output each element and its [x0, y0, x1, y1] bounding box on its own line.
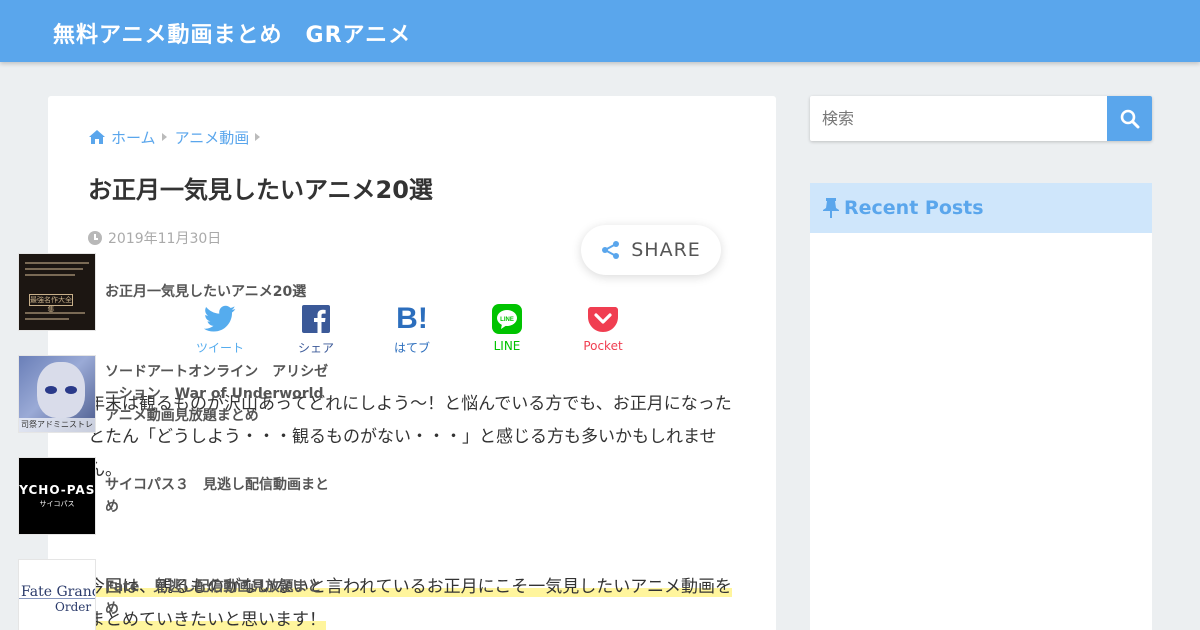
share-button-label: SHARE — [631, 239, 701, 261]
sns-twitter-label: ツイート — [195, 341, 244, 355]
post-date-text: 2019年11月30日 — [108, 231, 222, 247]
recent-post-item[interactable]: 司祭アドミニストレータ ソードアートオンライン アリシゼーション War of … — [18, 355, 338, 433]
search-icon — [1120, 109, 1139, 128]
breadcrumb-separator — [255, 133, 261, 141]
recent-post-title: サイコパス３ 見逃し配信動画まとめ — [105, 477, 329, 515]
search-button[interactable] — [1107, 96, 1152, 141]
sns-pocket-label: Pocket — [583, 339, 623, 353]
line-icon: LINE — [492, 304, 522, 334]
pin-icon — [823, 198, 839, 218]
sns-pocket-button[interactable]: Pocket — [563, 303, 643, 353]
svg-text:LINE: LINE — [500, 317, 514, 323]
thumbnail-subcaption: サイコパス — [39, 500, 75, 508]
breadcrumb-separator — [161, 133, 167, 141]
thumbnail-caption: SYCHO-PASS — [19, 483, 95, 497]
recent-posts-title: Recent Posts — [844, 197, 984, 219]
post-date: 2019年11月30日 — [88, 228, 221, 248]
post-title: お正月一気見したいアニメ20選 — [88, 176, 433, 204]
breadcrumb-home[interactable]: ホーム — [88, 127, 156, 148]
post-thumbnail: 最強名作大全集 — [18, 253, 96, 331]
sns-line-button[interactable]: LINE LINE — [467, 303, 547, 353]
recent-post-title: Fate 見逃し配信動画見放題まとめ — [105, 579, 322, 617]
sns-facebook-label: シェア — [297, 341, 334, 355]
post-thumbnail: Fate Grand Order — [18, 559, 96, 630]
post-thumbnail: SYCHO-PASS サイコパス — [18, 457, 96, 535]
search-input[interactable] — [810, 96, 1107, 141]
recent-post-item[interactable]: Fate Grand Order Fate 見逃し配信動画見放題まとめ — [18, 559, 330, 630]
share-button[interactable]: SHARE — [581, 225, 721, 275]
sns-hatena-button[interactable]: B! はてブ — [372, 303, 452, 356]
recent-posts-widget: Recent Posts — [810, 183, 1152, 630]
sns-hatena-label: はてブ — [393, 341, 430, 355]
recent-post-item[interactable]: 最強名作大全集 お正月一気見したいアニメ20選 — [18, 253, 330, 331]
recent-post-item[interactable]: SYCHO-PASS サイコパス サイコパス３ 見逃し配信動画まとめ — [18, 457, 330, 535]
pocket-icon — [588, 307, 618, 332]
sidebar-search — [810, 96, 1152, 141]
site-title[interactable]: 無料アニメ動画まとめ GRアニメ — [53, 17, 411, 49]
recent-post-title: お正月一気見したいアニメ20選 — [105, 284, 307, 300]
breadcrumb-home-label: ホーム — [111, 128, 156, 147]
thumbnail-subcaption: Order — [55, 600, 92, 614]
recent-post-title: ソードアートオンライン アリシゼーション War of Underworld ア… — [105, 364, 338, 424]
thumbnail-caption: 最強名作大全集 — [29, 294, 73, 314]
breadcrumb-category[interactable]: アニメ動画 — [175, 127, 250, 148]
hatena-bookmark-icon: B! — [396, 302, 428, 335]
site-header: 無料アニメ動画まとめ GRアニメ — [0, 0, 1200, 62]
sns-line-label: LINE — [493, 339, 521, 353]
thumbnail-caption: 司祭アドミニストレータ — [19, 418, 95, 432]
home-icon — [89, 130, 105, 144]
clock-icon — [88, 231, 102, 245]
recent-posts-heading: Recent Posts — [810, 183, 1152, 233]
share-icon — [602, 241, 620, 259]
post-thumbnail: 司祭アドミニストレータ — [18, 355, 96, 433]
breadcrumb: ホーム アニメ動画 — [88, 127, 268, 147]
